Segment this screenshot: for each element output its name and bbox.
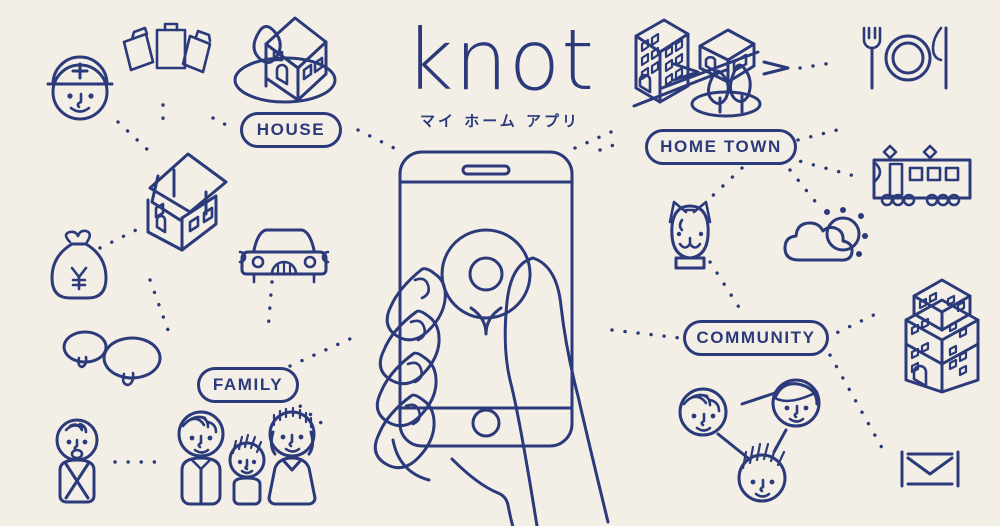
briefcases-icon: [122, 22, 212, 74]
construction-worker-icon: [46, 55, 114, 121]
baby-icon: [55, 418, 99, 504]
map-pin-icon: [440, 228, 532, 336]
cat-lantern-icon: [668, 200, 712, 270]
family-group-icon: [177, 406, 317, 506]
sun-behind-cloud-icon: [783, 207, 868, 262]
house-renovation-icon: [146, 152, 228, 252]
speech-bubbles-icon: [62, 330, 162, 387]
office-building-icon: [904, 278, 980, 394]
illustration-canvas: knot マイ ホーム アプリ HOUSE HOME TOWN FAMILY C…: [0, 0, 1000, 526]
app-logo: knot マイ ホーム アプリ: [380, 18, 620, 131]
logo-wordmark: knot: [404, 11, 596, 109]
money-bag-yen-icon: [50, 229, 108, 300]
car-front-icon: [238, 228, 330, 284]
envelope-icon: [900, 450, 960, 488]
phone-in-hand-icon: [373, 150, 610, 526]
town-map-icon: [632, 18, 790, 118]
cutlery-plate-icon: [862, 26, 948, 90]
house-on-land-icon: [233, 16, 337, 104]
community-faces-icon: [678, 378, 821, 503]
logo-subtitle: マイ ホーム アプリ: [420, 112, 580, 130]
train-icon: [872, 144, 972, 207]
